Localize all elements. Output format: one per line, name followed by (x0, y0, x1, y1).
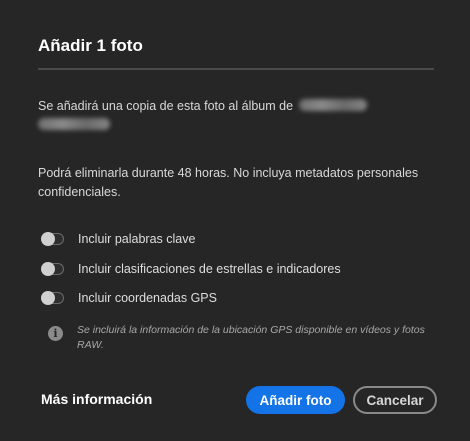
option-keywords[interactable]: Incluir palabras clave (41, 230, 196, 248)
album-message: Se añadirá una copia de esta foto al álb… (38, 97, 438, 135)
album-message-text: Se añadirá una copia de esta foto al álb… (38, 99, 294, 113)
gps-label: Incluir coordenadas GPS (78, 291, 217, 305)
redacted-album-name-cont (38, 118, 110, 130)
dialog-title: Añadir 1 foto (38, 36, 143, 55)
gps-info-text: Se incluirá la información de la ubicaci… (77, 324, 425, 351)
option-gps[interactable]: Incluir coordenadas GPS (41, 289, 217, 307)
keywords-label: Incluir palabras clave (78, 232, 196, 246)
title-divider (38, 68, 434, 70)
add-photo-button[interactable]: Añadir foto (246, 386, 345, 414)
ratings-label: Incluir clasificaciones de estrellas e i… (78, 262, 341, 276)
ratings-toggle[interactable] (41, 261, 64, 276)
retention-message: Podrá eliminarla durante 48 horas. No in… (38, 166, 419, 199)
more-info-link[interactable]: Más información (41, 391, 152, 407)
cancel-button[interactable]: Cancelar (353, 386, 437, 414)
redacted-album-name (299, 99, 368, 111)
toggle-knob (41, 261, 55, 276)
info-icon: i (48, 326, 63, 341)
option-ratings[interactable]: Incluir clasificaciones de estrellas e i… (41, 260, 341, 278)
toggle-knob (41, 290, 55, 305)
toggle-knob (41, 231, 55, 246)
gps-info-note: i Se incluirá la información de la ubica… (48, 323, 428, 353)
gps-toggle[interactable] (41, 290, 64, 305)
keywords-toggle[interactable] (41, 231, 64, 246)
add-photo-dialog: Añadir 1 foto Se añadirá una copia de es… (0, 0, 470, 441)
